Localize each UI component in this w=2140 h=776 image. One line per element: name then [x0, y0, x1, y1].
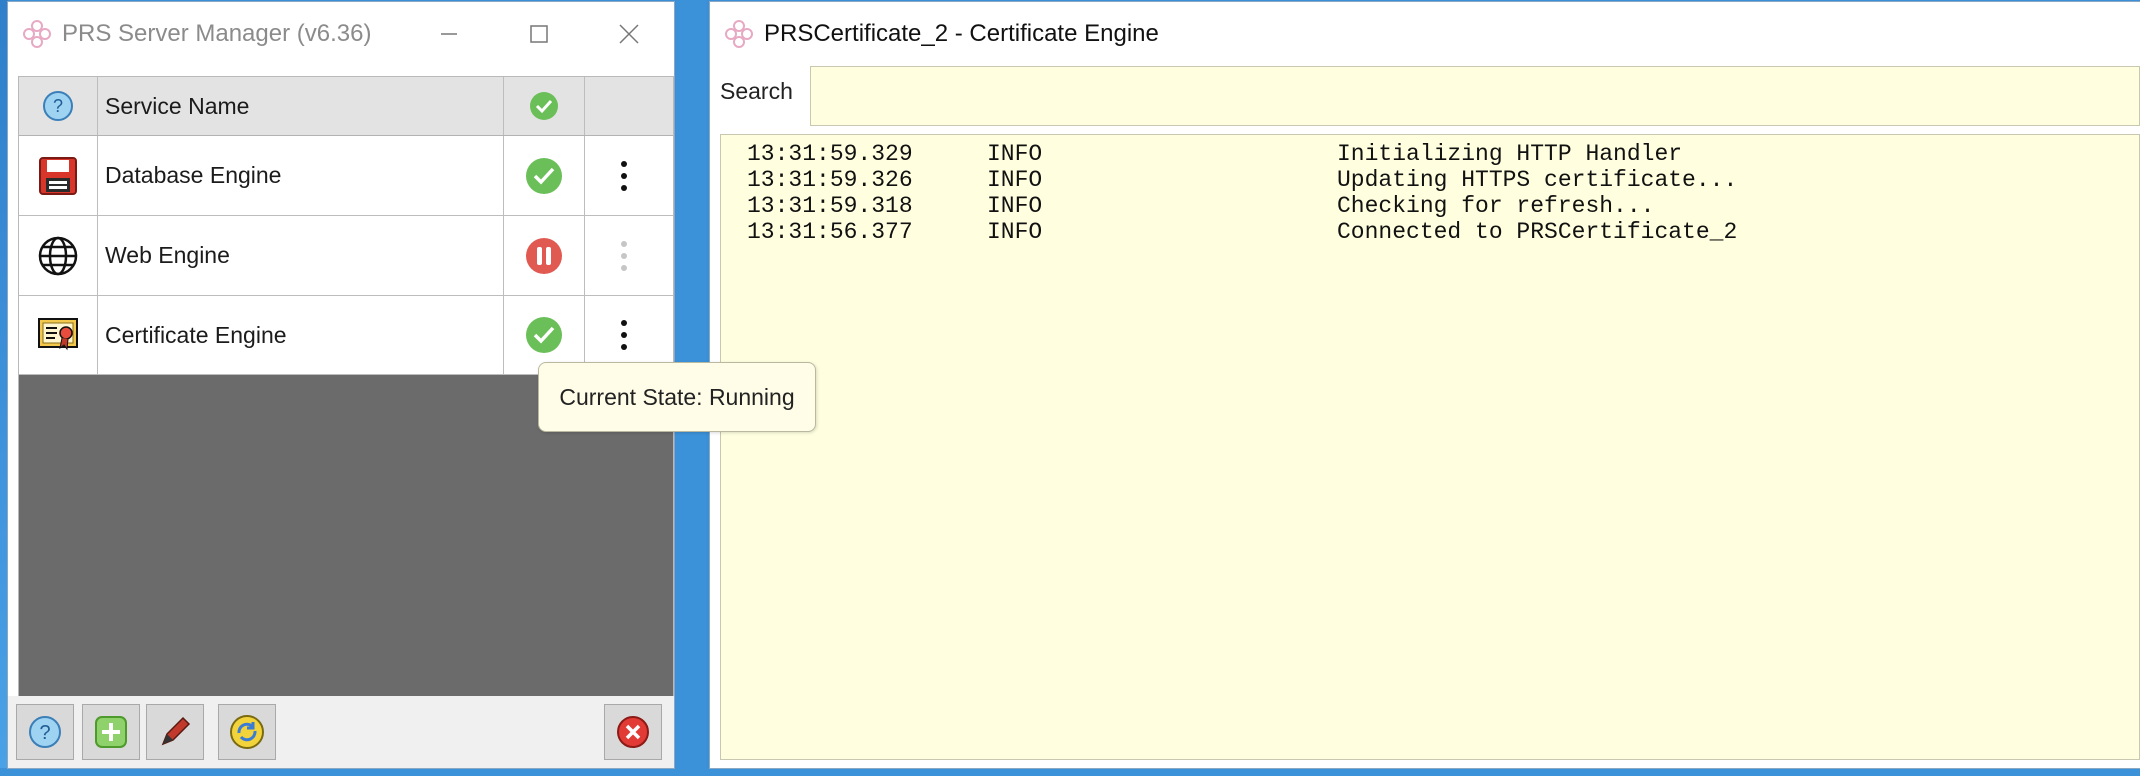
- log-line: 13:31:56.377 INFO Connected to PRSCertif…: [721, 219, 2139, 245]
- window-title: PRS Server Manager (v6.36): [62, 20, 372, 47]
- running-check-icon: [526, 157, 562, 194]
- search-label: Search: [720, 78, 793, 104]
- service-icon-cell: [19, 216, 98, 295]
- log-line: 13:31:59.318 INFO Checking for refresh..…: [721, 193, 2139, 219]
- window-title: PRSCertificate_2 - Certificate Engine: [764, 20, 1159, 47]
- server-manager-titlebar[interactable]: PRS Server Manager (v6.36): [8, 2, 674, 66]
- help-button[interactable]: ?: [16, 704, 74, 760]
- desktop-background: [0, 0, 8, 776]
- close-circle-icon: [617, 716, 649, 748]
- service-state-button[interactable]: [504, 216, 585, 295]
- check-circle-icon: [530, 92, 558, 120]
- desktop-background-bottom: [0, 768, 2140, 776]
- grid-header-row: ? Service Name: [19, 77, 673, 136]
- kebab-menu-icon: [621, 160, 627, 191]
- kebab-menu-icon: [621, 240, 627, 271]
- header-help-cell[interactable]: ?: [19, 77, 98, 135]
- log-time: 13:31:59.329: [747, 141, 913, 167]
- certificate-engine-window: PRSCertificate_2 - Certificate Engine Se…: [710, 2, 2140, 768]
- running-check-icon: [526, 317, 562, 353]
- log-time: 13:31:59.326: [747, 167, 913, 193]
- help-icon: ?: [43, 91, 73, 121]
- add-icon: [95, 716, 127, 748]
- column-header-service-name[interactable]: Service Name: [98, 77, 504, 135]
- log-message: Checking for refresh...: [1337, 193, 1655, 219]
- edit-button[interactable]: [146, 704, 204, 760]
- log-level: INFO: [987, 193, 1043, 219]
- cert-window-titlebar[interactable]: PRSCertificate_2 - Certificate Engine: [710, 2, 2140, 66]
- kebab-menu-icon: [621, 320, 627, 350]
- log-message: Initializing HTTP Handler: [1337, 141, 1683, 167]
- close-window-button[interactable]: [584, 2, 674, 66]
- log-time: 13:31:56.377: [747, 219, 913, 245]
- log-message: Updating HTTPS certificate...: [1337, 167, 1738, 193]
- close-icon: [619, 24, 639, 44]
- log-level: INFO: [987, 141, 1043, 167]
- log-panel[interactable]: 13:31:59.329 INFO Initializing HTTP Hand…: [720, 134, 2140, 760]
- bottom-toolbar: ?: [8, 696, 674, 768]
- floppy-disk-icon: [39, 156, 77, 195]
- service-icon-cell: [19, 136, 98, 215]
- edit-icon: [161, 716, 191, 746]
- help-icon: ?: [29, 716, 61, 748]
- state-tooltip: Current State: Running: [538, 362, 816, 432]
- search-input[interactable]: [810, 66, 2140, 126]
- service-row-database-engine[interactable]: Database Engine: [19, 136, 673, 216]
- svg-text:?: ?: [53, 96, 63, 116]
- maximize-icon: [530, 25, 548, 43]
- maximize-button[interactable]: [494, 2, 584, 66]
- service-name: Web Engine: [98, 216, 504, 295]
- paused-icon: [526, 237, 562, 274]
- log-level: INFO: [987, 167, 1043, 193]
- svg-text:?: ?: [39, 722, 50, 744]
- log-line: 13:31:59.326 INFO Updating HTTPS certifi…: [721, 167, 2139, 193]
- stop-all-button[interactable]: [604, 704, 662, 760]
- service-menu-button[interactable]: [585, 136, 663, 215]
- service-name: Certificate Engine: [98, 296, 504, 374]
- log-message: Connected to PRSCertificate_2: [1337, 219, 1738, 245]
- service-name: Database Engine: [98, 136, 504, 215]
- minimize-icon: [441, 33, 457, 35]
- log-time: 13:31:59.318: [747, 193, 913, 219]
- add-service-button[interactable]: [82, 704, 140, 760]
- minimize-button[interactable]: [404, 2, 494, 66]
- log-line: 13:31:59.329 INFO Initializing HTTP Hand…: [721, 141, 2139, 167]
- globe-icon: [38, 236, 78, 275]
- refresh-icon: [230, 715, 264, 749]
- refresh-button[interactable]: [218, 704, 276, 760]
- column-header-state[interactable]: [504, 77, 585, 135]
- column-header-menu: [585, 77, 663, 135]
- service-menu-button[interactable]: [585, 216, 663, 295]
- log-level: INFO: [987, 219, 1043, 245]
- service-state-button[interactable]: [504, 136, 585, 215]
- service-row-web-engine[interactable]: Web Engine: [19, 216, 673, 296]
- certificate-icon: [38, 318, 78, 351]
- service-icon-cell: [19, 296, 98, 374]
- app-logo-icon: [23, 20, 51, 48]
- app-logo-icon: [725, 20, 753, 48]
